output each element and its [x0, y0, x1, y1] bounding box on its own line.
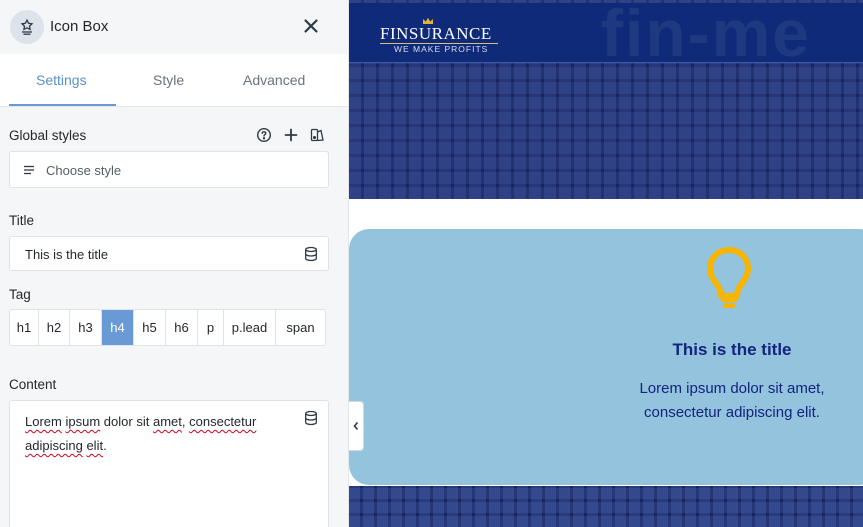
dynamic-data-icon[interactable]: [304, 246, 318, 262]
help-icon[interactable]: [256, 127, 272, 143]
icon-box-content: Lorem ipsum dolor sit amet, consectetur …: [639, 380, 825, 421]
tag-option-p-lead[interactable]: p.lead: [224, 310, 276, 345]
global-styles-label: Global styles: [9, 128, 87, 143]
tag-option-h4[interactable]: h4: [102, 310, 134, 345]
global-styles-tools: [256, 127, 328, 145]
content-label: Content: [9, 377, 57, 392]
style-manager-icon[interactable]: [309, 127, 325, 143]
background-word: fin-me: [601, 0, 811, 70]
logo-tagline: WE MAKE PROFITS: [394, 44, 489, 54]
dynamic-data-icon[interactable]: [304, 410, 318, 426]
tag-option-p[interactable]: p: [198, 310, 224, 345]
site-header: fin-me FINSURANCE WE MAKE PROFITS: [349, 0, 863, 70]
tag-button-group: h1 h2 h3 h4 h5 h6 p p.lead span: [9, 309, 326, 346]
chevron-left-icon: [353, 421, 359, 431]
icon-box-widget-icon: [10, 10, 44, 44]
tag-option-h3[interactable]: h3: [70, 310, 102, 345]
icon-box-title: This is the title: [672, 340, 792, 359]
panel-tabs: Settings Style Advanced: [0, 54, 348, 107]
logo-name: FINSURANCE: [380, 24, 492, 43]
tag-option-h5[interactable]: h5: [134, 310, 166, 345]
footer-band: [349, 486, 863, 527]
canvas-preview: fin-me FINSURANCE WE MAKE PROFITS This i…: [349, 0, 863, 527]
tab-settings[interactable]: Settings: [36, 72, 87, 88]
global-style-select[interactable]: Choose style: [9, 151, 329, 188]
icon-box[interactable]: This is the title Lorem ipsum dolor sit …: [349, 229, 863, 485]
panel-header: Icon Box: [0, 0, 348, 54]
title-input-value[interactable]: This is the title: [25, 247, 108, 262]
tab-advanced[interactable]: Advanced: [243, 72, 305, 88]
panel-title: Icon Box: [50, 18, 109, 35]
title-label: Title: [9, 213, 35, 228]
list-icon: [24, 165, 34, 175]
plus-icon[interactable]: [283, 127, 299, 143]
site-logo[interactable]: FINSURANCE WE MAKE PROFITS: [380, 17, 498, 54]
active-tab-indicator: [9, 104, 116, 106]
content-textarea[interactable]: Lorem ipsum dolor sit amet, consectetur …: [9, 400, 329, 527]
lightbulb-icon: [707, 247, 751, 308]
global-style-placeholder: Choose style: [46, 163, 122, 178]
tag-option-h6[interactable]: h6: [166, 310, 198, 345]
collapse-panel-button[interactable]: [349, 401, 364, 451]
content-textarea-value[interactable]: Lorem ipsum dolor sit amet, consectetur …: [25, 410, 295, 458]
title-input[interactable]: This is the title: [9, 236, 329, 271]
tag-label: Tag: [9, 287, 31, 302]
tag-option-h1[interactable]: h1: [10, 310, 39, 345]
hero-section: fin-me FINSURANCE WE MAKE PROFITS: [349, 0, 863, 199]
close-icon[interactable]: [300, 15, 322, 37]
tag-option-h2[interactable]: h2: [39, 310, 70, 345]
settings-panel: Icon Box Settings Style Advanced Global …: [0, 0, 349, 527]
tab-style[interactable]: Style: [153, 72, 184, 88]
tag-option-span[interactable]: span: [276, 310, 325, 345]
